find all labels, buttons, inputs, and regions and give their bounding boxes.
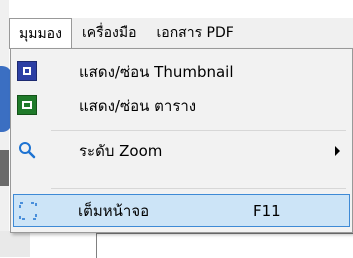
submenu-arrow-icon xyxy=(335,145,340,156)
thumbnail-icon xyxy=(16,60,38,82)
background-content-area xyxy=(96,233,353,258)
menu-item-toggle-table[interactable]: แสดง/ซ่อน ตาราง xyxy=(13,89,350,122)
background-top-fragment xyxy=(305,0,331,8)
menu-item-fullscreen[interactable]: เต็มหน้าจอ F11 xyxy=(13,194,350,227)
menu-separator xyxy=(51,130,346,131)
menu-view[interactable]: มุมมอง xyxy=(9,18,72,49)
view-dropdown-menu: แสดง/ซ่อน Thumbnail แสดง/ซ่อน ตาราง ระดั… xyxy=(10,48,353,233)
menu-tools[interactable]: เครื่องมือ xyxy=(72,18,147,48)
menu-bar: มุมมอง เครื่องมือ เอกสาร PDF xyxy=(9,18,353,49)
menu-item-label: เต็มหน้าจอ xyxy=(78,201,150,220)
background-app-scroll-element xyxy=(0,150,9,186)
menu-item-label: ระดับ Zoom xyxy=(79,141,163,160)
menu-item-toggle-thumbnail[interactable]: แสดง/ซ่อน Thumbnail xyxy=(13,55,350,88)
menu-separator xyxy=(51,188,346,189)
table-icon xyxy=(16,94,38,116)
menu-pdf-document[interactable]: เอกสาร PDF xyxy=(147,18,244,48)
shortcut-label: F11 xyxy=(253,201,281,220)
menu-item-zoom-level[interactable]: ระดับ Zoom xyxy=(13,134,350,167)
fullscreen-icon xyxy=(17,200,39,222)
menu-item-label: แสดง/ซ่อน ตาราง xyxy=(79,96,197,115)
magnifier-icon xyxy=(16,139,38,161)
background-app-panel xyxy=(0,231,30,257)
menu-item-label: แสดง/ซ่อน Thumbnail xyxy=(79,62,234,81)
